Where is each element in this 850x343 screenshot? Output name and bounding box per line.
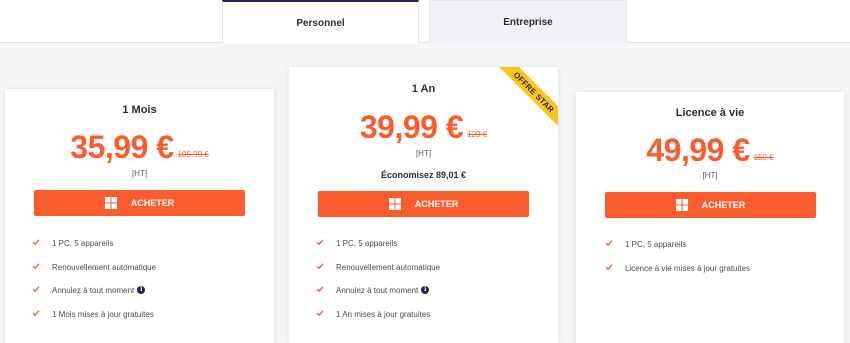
plan-title: 1 An — [411, 83, 436, 95]
list-item: 1 PC, 5 appareils — [605, 240, 835, 264]
price: 49,99 € — [646, 132, 750, 168]
check-icon — [32, 309, 40, 316]
info-icon[interactable]: i — [137, 286, 146, 294]
feature-text: Annulez à tout moment — [52, 286, 135, 295]
check-icon — [32, 262, 40, 269]
list-item: 1 PC, 5 appareils — [32, 239, 262, 263]
plan-card-1-mois: 1 Mois 35,99 € 105,99 € [HT] ACHETER 1 P… — [5, 89, 274, 343]
feature-text: Renouvellement automatique — [52, 262, 157, 272]
list-item: Annulez à tout moment i — [32, 286, 262, 310]
tax-note: [HT] — [702, 171, 718, 180]
feature-text: Licence à vie mises à jour gratuites — [625, 263, 750, 273]
feature-text: Annulez à tout moment — [336, 286, 419, 295]
plan-card-1-an: OFFRE STAR 1 An 39,99 € 129 € [HT] Écono… — [289, 67, 558, 343]
check-icon — [605, 263, 613, 270]
list-item: 1 An mises à jour gratuites — [316, 310, 546, 334]
feature-list: 1 PC, 5 appareils Renouvellement automat… — [316, 239, 546, 333]
tab-personnel[interactable]: Personnel — [222, 0, 419, 44]
windows-icon — [675, 199, 688, 211]
check-icon — [32, 286, 40, 293]
info-icon[interactable]: i — [421, 286, 430, 294]
feature-text: 1 Mois mises à jour gratuites — [52, 309, 154, 319]
price: 39,99 € — [359, 109, 464, 145]
old-price: 159 € — [753, 153, 774, 162]
windows-icon — [104, 197, 117, 209]
check-icon — [316, 239, 324, 246]
list-item: 1 PC, 5 appareils — [316, 239, 546, 263]
windows-icon — [388, 198, 401, 210]
check-icon — [316, 309, 324, 316]
feature-text: 1 PC, 5 appareils — [52, 239, 114, 248]
tax-note: [HT] — [131, 169, 148, 178]
feature-list: 1 PC, 5 appareils Licence à vie mises à … — [605, 240, 835, 287]
plan-title: 1 Mois — [122, 104, 157, 116]
buy-button[interactable]: ACHETER — [318, 191, 529, 217]
list-item: Renouvellement automatique — [32, 263, 262, 287]
price-row: 35,99 € 105,99 € — [5, 131, 274, 163]
feature-text: 1 An mises à jour gratuites — [336, 309, 431, 319]
old-price: 105,99 € — [177, 150, 209, 159]
buy-label: ACHETER — [130, 198, 175, 208]
list-item: 1 Mois mises à jour gratuites — [32, 310, 262, 334]
price-row: 39,99 € 129 € — [289, 111, 558, 143]
check-icon — [316, 262, 324, 269]
feature-text: Renouvellement automatique — [336, 262, 441, 272]
feature-text: 1 PC, 5 appareils — [336, 239, 398, 248]
check-icon — [605, 240, 613, 247]
plan-card-licence-a-vie: Licence à vie 49,99 € 159 € [HT] ACHETER… — [576, 92, 844, 343]
tax-note: [HT] — [415, 149, 432, 158]
old-price: 129 € — [467, 130, 488, 139]
savings-text: Économisez 89,01 € — [380, 170, 467, 180]
list-item: Annulez à tout moment i — [316, 286, 546, 310]
buy-button[interactable]: ACHETER — [605, 192, 816, 218]
price: 35,99 € — [70, 129, 174, 165]
list-item: Licence à vie mises à jour gratuites — [605, 264, 835, 288]
plan-type-tabs: Personnel Entreprise — [0, 0, 850, 44]
feature-list: 1 PC, 5 appareils Renouvellement automat… — [32, 239, 262, 333]
tab-entreprise[interactable]: Entreprise — [429, 0, 627, 43]
buy-label: ACHETER — [701, 200, 746, 210]
plan-title: Licence à vie — [675, 107, 745, 119]
buy-label: ACHETER — [414, 199, 459, 209]
buy-button[interactable]: ACHETER — [34, 190, 245, 216]
feature-text: 1 PC, 5 appareils — [625, 240, 687, 249]
check-icon — [32, 239, 40, 246]
check-icon — [316, 286, 324, 293]
list-item: Renouvellement automatique — [316, 263, 546, 287]
price-row: 49,99 € 159 € — [576, 134, 844, 166]
